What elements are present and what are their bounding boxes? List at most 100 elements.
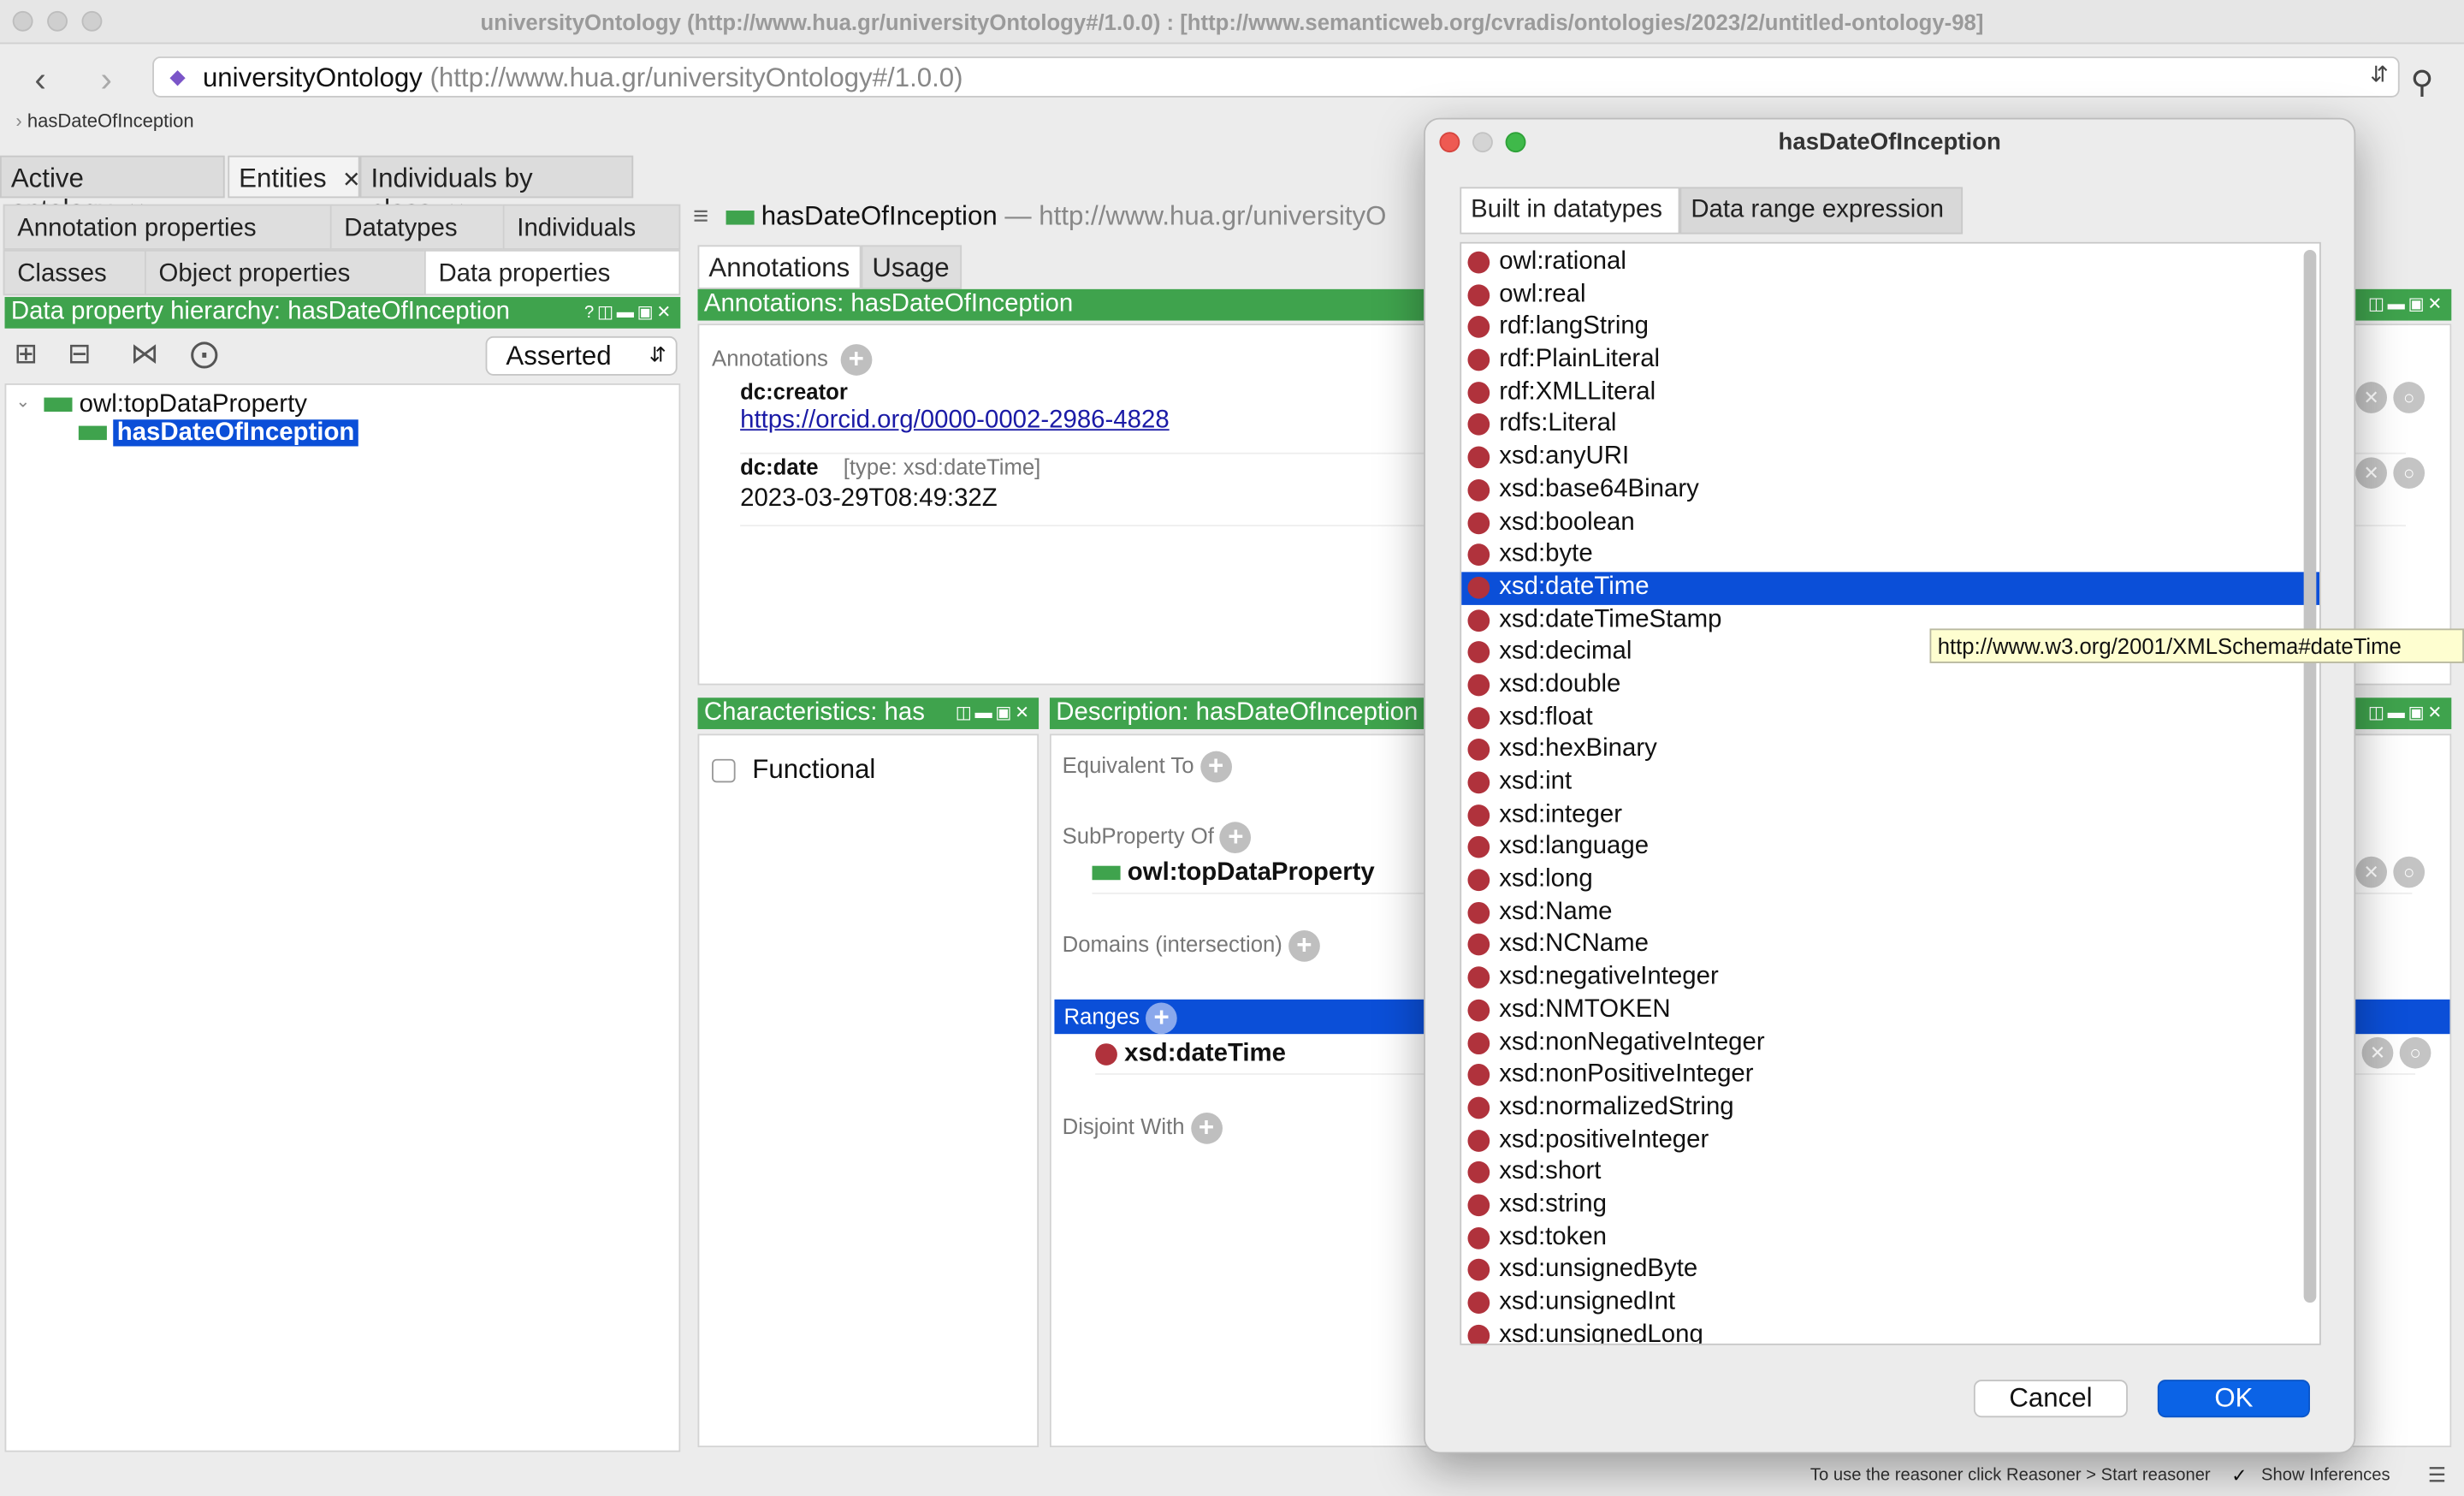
datatype-item[interactable]: rdf:XMLLiteral	[1461, 377, 2319, 409]
ontology-selector[interactable]: ◆ universityOntology (http://www.hua.gr/…	[152, 56, 2400, 98]
datatype-item[interactable]: xsd:NCName	[1461, 929, 2319, 962]
expand-arrow-icon[interactable]: ⌄	[15, 391, 30, 412]
delete-property-icon[interactable]: ⋈	[130, 338, 158, 371]
forward-icon[interactable]: ›	[101, 60, 112, 101]
add-subproperty-icon[interactable]: ⊞	[15, 338, 38, 371]
datatype-item[interactable]: xsd:positiveInteger	[1461, 1125, 2319, 1157]
add-annotation-icon[interactable]: +	[840, 344, 873, 376]
datatype-item[interactable]: owl:real	[1461, 279, 2319, 312]
tab-individuals-by-class[interactable]: Individuals by class✕	[359, 155, 634, 225]
datatype-item[interactable]: rdfs:Literal	[1461, 409, 2319, 442]
tab-annotation-properties[interactable]: Annotation properties	[3, 204, 334, 250]
datatype-item[interactable]: xsd:string	[1461, 1190, 2319, 1222]
datatype-item[interactable]: xsd:short	[1461, 1157, 2319, 1190]
back-icon[interactable]: ‹	[34, 60, 45, 101]
data-property-icon	[725, 211, 754, 225]
close-tab-icon[interactable]: ✕	[342, 167, 361, 192]
delete-range-icon[interactable]: ✕	[2361, 1036, 2394, 1069]
datatype-item[interactable]: xsd:int	[1461, 767, 2319, 799]
range-options-icon[interactable]: ○	[2399, 1036, 2431, 1069]
datatype-icon	[1467, 283, 1490, 306]
tab-classes[interactable]: Classes	[3, 249, 148, 296]
delete-annotation-icon[interactable]: ✕	[2355, 457, 2387, 490]
datatype-item[interactable]: xsd:dateTime	[1461, 572, 2320, 605]
datatype-item[interactable]: xsd:token	[1461, 1222, 2319, 1255]
tab-built-in-datatypes[interactable]: Built in datatypes	[1460, 187, 1680, 234]
datatype-item[interactable]: xsd:unsignedLong	[1461, 1320, 2319, 1344]
datatype-item[interactable]: xsd:boolean	[1461, 507, 2319, 539]
datatype-icon	[1467, 381, 1490, 404]
delete-subproperty-icon[interactable]: ✕	[2355, 856, 2387, 888]
view-controls-icon[interactable]: ?◫▬▣✕	[584, 302, 674, 322]
annotation-options-icon[interactable]: ○	[2393, 382, 2426, 413]
annotation-type: [type: xsd:dateTime]	[843, 454, 1041, 480]
view-controls-icon[interactable]: ◫▬▣✕	[2368, 294, 2445, 314]
section-label: Domains (intersection)	[1062, 931, 1282, 957]
target-icon[interactable]: ⨀	[190, 338, 218, 371]
datatype-item[interactable]: xsd:byte	[1461, 539, 2319, 572]
functional-checkbox-row[interactable]: Functional	[712, 754, 875, 786]
updown-chevron-icon: ⇵	[649, 342, 666, 366]
add-sibling-property-icon[interactable]: ⊟	[68, 338, 92, 371]
tree-node-selected[interactable]: hasDateOfInception	[78, 419, 358, 448]
datatype-item[interactable]: owl:rational	[1461, 246, 2319, 279]
annotation-options-icon[interactable]: ○	[2393, 457, 2426, 490]
tab-usage[interactable]: Usage	[861, 245, 962, 289]
datatype-list[interactable]: owl:rational owl:real rdf:langString rdf:Pl…	[1460, 241, 2321, 1345]
datatype-item[interactable]: xsd:negativeInteger	[1461, 962, 2319, 994]
tab-individuals[interactable]: Individuals	[502, 204, 681, 250]
scrollbar[interactable]	[2303, 249, 2317, 1303]
datatype-label: xsd:float	[1499, 703, 1593, 731]
datatype-item[interactable]: xsd:nonPositiveInteger	[1461, 1060, 2319, 1092]
add-superproperty-icon[interactable]: +	[1220, 822, 1252, 854]
breadcrumb[interactable]: › hasDateOfInception	[15, 110, 193, 133]
tab-data-properties[interactable]: Data properties	[424, 249, 681, 296]
datatype-item[interactable]: xsd:normalizedString	[1461, 1092, 2319, 1125]
datatype-icon	[1467, 869, 1490, 892]
show-inferences-label: Show Inferences	[2261, 1466, 2390, 1486]
datatype-item[interactable]: xsd:hexBinary	[1461, 734, 2319, 767]
view-controls-icon[interactable]: ◫▬▣✕	[2368, 703, 2445, 723]
datatype-item[interactable]: rdf:langString	[1461, 312, 2319, 344]
cancel-button[interactable]: Cancel	[1973, 1380, 2128, 1418]
tab-annotations[interactable]: Annotations	[697, 245, 862, 289]
tab-object-properties[interactable]: Object properties	[144, 249, 428, 296]
add-range-icon[interactable]: +	[1146, 1002, 1177, 1035]
datatype-item[interactable]: rdf:PlainLiteral	[1461, 344, 2319, 377]
datatype-item[interactable]: xsd:base64Binary	[1461, 474, 2319, 507]
tab-entities[interactable]: Entities ✕	[228, 155, 361, 199]
list-icon[interactable]: ☰	[2428, 1463, 2446, 1487]
search-icon[interactable]: ⚲	[2411, 62, 2434, 102]
tab-data-range-expression[interactable]: Data range expression	[1679, 187, 1964, 234]
add-domain-icon[interactable]: +	[1288, 929, 1320, 962]
subproperty-options-icon[interactable]: ○	[2393, 856, 2426, 888]
show-inferences-checkbox[interactable]: ✓	[2231, 1464, 2247, 1487]
updown-chevron-icon[interactable]: ⇵	[2370, 62, 2389, 88]
breadcrumb-item[interactable]: hasDateOfInception	[27, 110, 194, 133]
add-disjoint-icon[interactable]: +	[1190, 1112, 1223, 1144]
tab-datatypes[interactable]: Datatypes	[329, 204, 506, 250]
datatype-item[interactable]: xsd:long	[1461, 864, 2319, 897]
datatype-item[interactable]: xsd:NMTOKEN	[1461, 994, 2319, 1027]
section-label: Annotations	[712, 345, 828, 371]
datatype-label: xsd:long	[1499, 865, 1593, 893]
tab-active-ontology[interactable]: Active ontology✕	[0, 155, 225, 225]
datatype-item[interactable]: xsd:integer	[1461, 799, 2319, 832]
datatype-item[interactable]: xsd:language	[1461, 832, 2319, 864]
ok-button[interactable]: OK	[2157, 1380, 2310, 1418]
datatype-item[interactable]: xsd:anyURI	[1461, 442, 2319, 474]
delete-annotation-icon[interactable]: ✕	[2355, 382, 2387, 413]
add-equivalent-icon[interactable]: +	[1199, 751, 1232, 783]
functional-checkbox[interactable]	[712, 758, 736, 783]
datatype-item[interactable]: xsd:Name	[1461, 897, 2319, 929]
view-controls-icon[interactable]: ◫▬▣✕	[956, 703, 1033, 723]
datatype-item[interactable]: xsd:unsignedByte	[1461, 1255, 2319, 1287]
datatype-item[interactable]: xsd:double	[1461, 669, 2319, 702]
datatype-item[interactable]: xsd:unsignedInt	[1461, 1287, 2319, 1320]
menu-icon[interactable]: ≡	[693, 201, 708, 231]
datatype-item[interactable]: xsd:nonNegativeInteger	[1461, 1027, 2319, 1060]
tree-node-root[interactable]: owl:topDataProperty	[44, 391, 307, 419]
asserted-dropdown[interactable]: Asserted ⇵	[485, 335, 678, 376]
dropdown-value: Asserted	[506, 341, 612, 371]
datatype-item[interactable]: xsd:float	[1461, 702, 2319, 734]
